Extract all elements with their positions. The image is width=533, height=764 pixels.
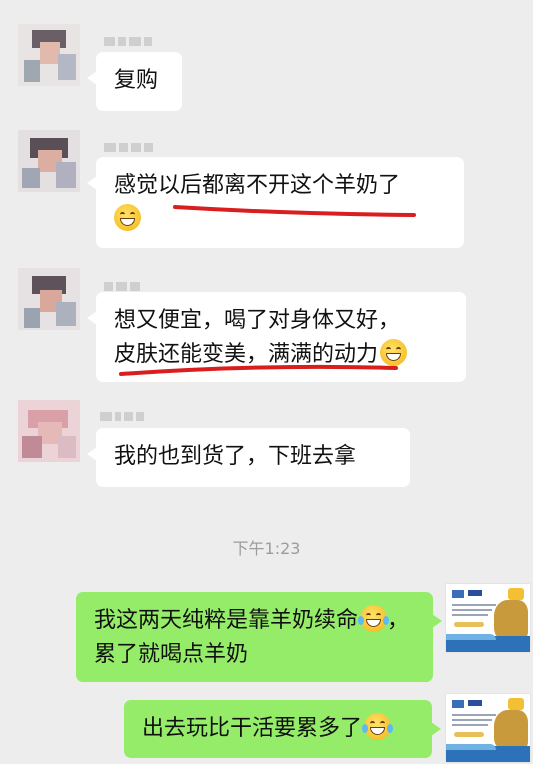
message-bubble[interactable]: 我这两天纯粹是靠羊奶续命 ， 累了就喝点羊奶 [76,592,442,682]
message-text: 复购 [114,68,159,93]
avatar[interactable] [18,400,80,462]
laughing-crying-face-icon [362,713,394,740]
message-text-line: 皮肤还能变美，满满的动力 [114,342,379,367]
sender-name [104,35,152,47]
message-text: 感觉以后都离不开这个羊奶了 [114,173,401,198]
grinning-face-icon [380,339,408,366]
message-text-line: ， [387,608,410,633]
avatar[interactable] [18,268,80,330]
message-bubble[interactable]: 想又便宜，喝了对身体又好， 皮肤还能变美，满满的动力 [87,292,466,382]
message-bubble[interactable]: 复购 [87,52,182,111]
message-text-line: 想又便宜，喝了对身体又好， [114,308,401,333]
sender-name [104,141,153,153]
laughing-crying-face-icon [358,605,390,632]
sender-name [104,280,140,292]
message-bubble[interactable]: 我的也到货了，下班去拿 [87,428,410,487]
avatar[interactable] [18,24,80,86]
grinning-face-icon [114,204,141,231]
timestamp: 下午1:23 [232,539,301,558]
message-bubble[interactable]: 出去玩比干活要累多了 [124,700,441,758]
message-text: 我的也到货了，下班去拿 [114,444,357,469]
message-text-line: 累了就喝点羊奶 [94,642,249,667]
product-avatar[interactable] [446,694,530,762]
message-text: 出去玩比干活要累多了 [142,716,363,741]
product-avatar[interactable] [446,584,530,652]
message-bubble[interactable]: 感觉以后都离不开这个羊奶了 [87,157,464,248]
sender-name [100,410,144,422]
avatar[interactable] [18,130,80,192]
message-text-line: 我这两天纯粹是靠羊奶续命 [94,608,359,633]
